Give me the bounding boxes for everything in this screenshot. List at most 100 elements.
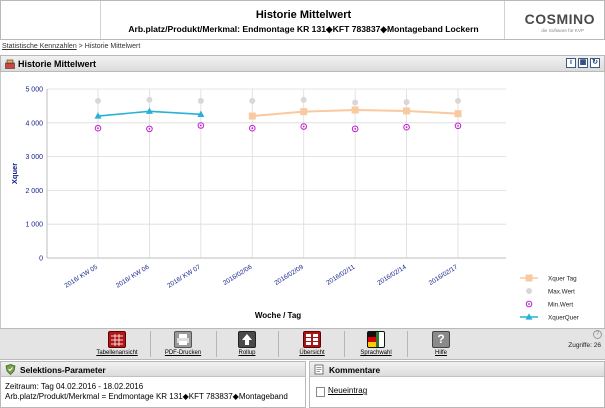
info-icon[interactable]: i — [566, 58, 576, 68]
x-tick-label: 2016/02/06 — [222, 264, 254, 287]
comment-icon — [314, 364, 324, 375]
language-label: Sprachwahl — [360, 350, 392, 356]
pdf-print-button[interactable]: PDF-Drucken — [153, 331, 213, 359]
x-tick-label: 2016/02/09 — [273, 264, 305, 287]
chart-panel-tools: i ▦ ↻ — [566, 58, 600, 68]
data-point-min-wert-center — [97, 127, 99, 130]
logo-tagline: die Software für KVP — [541, 28, 584, 33]
flag-icon — [367, 331, 385, 348]
new-entry-icon — [316, 387, 325, 397]
chart-area: 0 1 000 2 000 3 000 4 000 5 000 2016/ KW 05 201… — [0, 72, 605, 328]
legend-label: Max.Wert — [548, 289, 575, 296]
legend-label: Min.Wert — [548, 302, 573, 309]
x-tick-label: 2016/02/11 — [325, 264, 356, 287]
selection-panel-title: Selektions-Parameter — [20, 365, 106, 375]
data-point-max-wert — [197, 97, 204, 104]
comments-panel-header: Kommentare — [310, 362, 604, 377]
pdf-print-label: PDF-Drucken — [164, 350, 202, 356]
filter-shield-icon — [5, 364, 16, 375]
breadcrumb-current: Historie Mittelwert — [84, 43, 141, 50]
breadcrumb-link-statistische-kennzahlen[interactable]: Statistische Kennzahlen — [2, 43, 77, 50]
data-point-xquer-tag — [403, 107, 411, 115]
data-point-min-wert-center — [354, 127, 357, 130]
new-entry-link[interactable]: Neueintrag — [328, 386, 367, 395]
data-point-min-wert-center — [148, 127, 151, 130]
y-tick-label: 4 000 — [25, 120, 43, 127]
chart-panel-title: Historie Mittelwert — [18, 59, 97, 69]
logo-text: COSMINO — [524, 11, 595, 27]
y-tick-label: 1 000 — [25, 222, 43, 229]
legend-marker — [526, 288, 532, 294]
cosmino-logo: COSMINO die Software für KVP — [504, 1, 604, 39]
action-toolbar: Tabellenansicht PDF-Drucken Rollup Übers… — [0, 328, 605, 360]
y-axis-title: Xquer — [10, 163, 19, 184]
rollup-button[interactable]: Rollup — [217, 331, 277, 359]
page-title: Historie Mittelwert — [255, 9, 352, 21]
data-point-max-wert — [455, 97, 461, 104]
help-icon: ? — [432, 331, 450, 348]
selection-panel-header: Selektions-Parameter — [1, 362, 305, 377]
selection-zeitraum: Zeitraum: Tag 04.02.2016 - 18.02.2016 — [5, 382, 144, 391]
chart-panel-icon — [5, 59, 15, 69]
data-point-xquer-tag — [300, 108, 308, 116]
data-point-max-wert — [300, 96, 307, 103]
breadcrumb: Statistische Kennzahlen > Historie Mitte… — [2, 43, 140, 50]
y-tick-label: 3 000 — [25, 154, 43, 161]
legend-marker-center — [528, 303, 530, 305]
data-point-min-wert-center — [405, 126, 408, 129]
y-tick-label: 5 000 — [25, 87, 43, 94]
data-point-xquer-tag — [351, 106, 359, 114]
printer-icon — [174, 331, 192, 348]
header-center: Historie Mittelwert Arb.platz/Produkt/Me… — [101, 1, 506, 39]
context-help-icon[interactable]: ? — [593, 330, 602, 339]
data-point-max-wert — [249, 97, 256, 104]
legend-label: XquerQuer — [548, 315, 579, 322]
chart-panel-header: Historie Mittelwert i ▦ ↻ — [0, 55, 605, 72]
line-chart: 0 1 000 2 000 3 000 4 000 5 000 2016/ KW 05 201… — [10, 87, 579, 322]
access-count: Zugriffe: 26 — [568, 342, 601, 349]
x-axis-title: Woche / Tag — [255, 311, 301, 320]
overview-grid-icon — [303, 331, 321, 348]
app-header: Historie Mittelwert Arb.platz/Produkt/Me… — [0, 0, 605, 40]
rollup-label: Rollup — [238, 350, 256, 356]
x-tick-label: 2016/ KW 07 — [166, 264, 202, 290]
data-point-min-wert-center — [457, 124, 459, 127]
help-label: Hilfe — [434, 350, 447, 356]
data-point-xquer-tag — [248, 112, 256, 120]
x-tick-label: 2016/ KW 05 — [63, 264, 99, 290]
data-point-max-wert — [146, 96, 153, 103]
export-icon[interactable]: ▦ — [578, 58, 588, 68]
data-point-xquer-tag — [454, 110, 462, 118]
data-point-max-wert — [403, 99, 410, 106]
help-button[interactable]: ? Hilfe — [411, 331, 471, 359]
y-tick-label: 2 000 — [25, 188, 43, 195]
table-view-label: Tabellenansicht — [96, 350, 138, 356]
data-point-max-wert — [352, 99, 359, 106]
legend-label: Xquer Tag — [548, 276, 577, 283]
y-tick-label: 0 — [39, 256, 43, 263]
comments-panel-title: Kommentare — [329, 365, 381, 375]
rollup-arrow-icon — [238, 331, 256, 348]
page-subtitle: Arb.platz/Produkt/Merkmal: Endmontage KR… — [128, 24, 479, 34]
toolbar-separator — [150, 331, 151, 357]
data-point-min-wert-center — [251, 127, 254, 130]
comments-panel: Kommentare Neueintrag — [309, 361, 605, 408]
breadcrumb-separator: > — [76, 43, 85, 50]
toolbar-separator — [278, 331, 279, 357]
table-view-button[interactable]: Tabellenansicht — [87, 331, 147, 359]
toolbar-separator — [407, 331, 408, 357]
language-button[interactable]: Sprachwahl — [346, 331, 406, 359]
refresh-icon[interactable]: ↻ — [590, 58, 600, 68]
x-tick-label: 2016/ KW 06 — [115, 264, 151, 290]
header-left-blank — [1, 1, 101, 39]
table-icon — [108, 331, 126, 348]
toolbar-separator — [344, 331, 345, 357]
overview-label: Übersicht — [299, 350, 325, 356]
overview-button[interactable]: Übersicht — [282, 331, 342, 359]
data-point-min-wert-center — [302, 125, 305, 128]
x-tick-label: 2016/02/17 — [428, 264, 460, 287]
x-tick-label: 2016/02/14 — [376, 264, 408, 287]
data-point-max-wert — [95, 97, 101, 104]
selection-parameters-panel: Selektions-Parameter Zeitraum: Tag 04.02… — [0, 361, 306, 408]
selection-merkmal: Arb.platz/Produkt/Merkmal = Endmontage K… — [5, 392, 288, 401]
